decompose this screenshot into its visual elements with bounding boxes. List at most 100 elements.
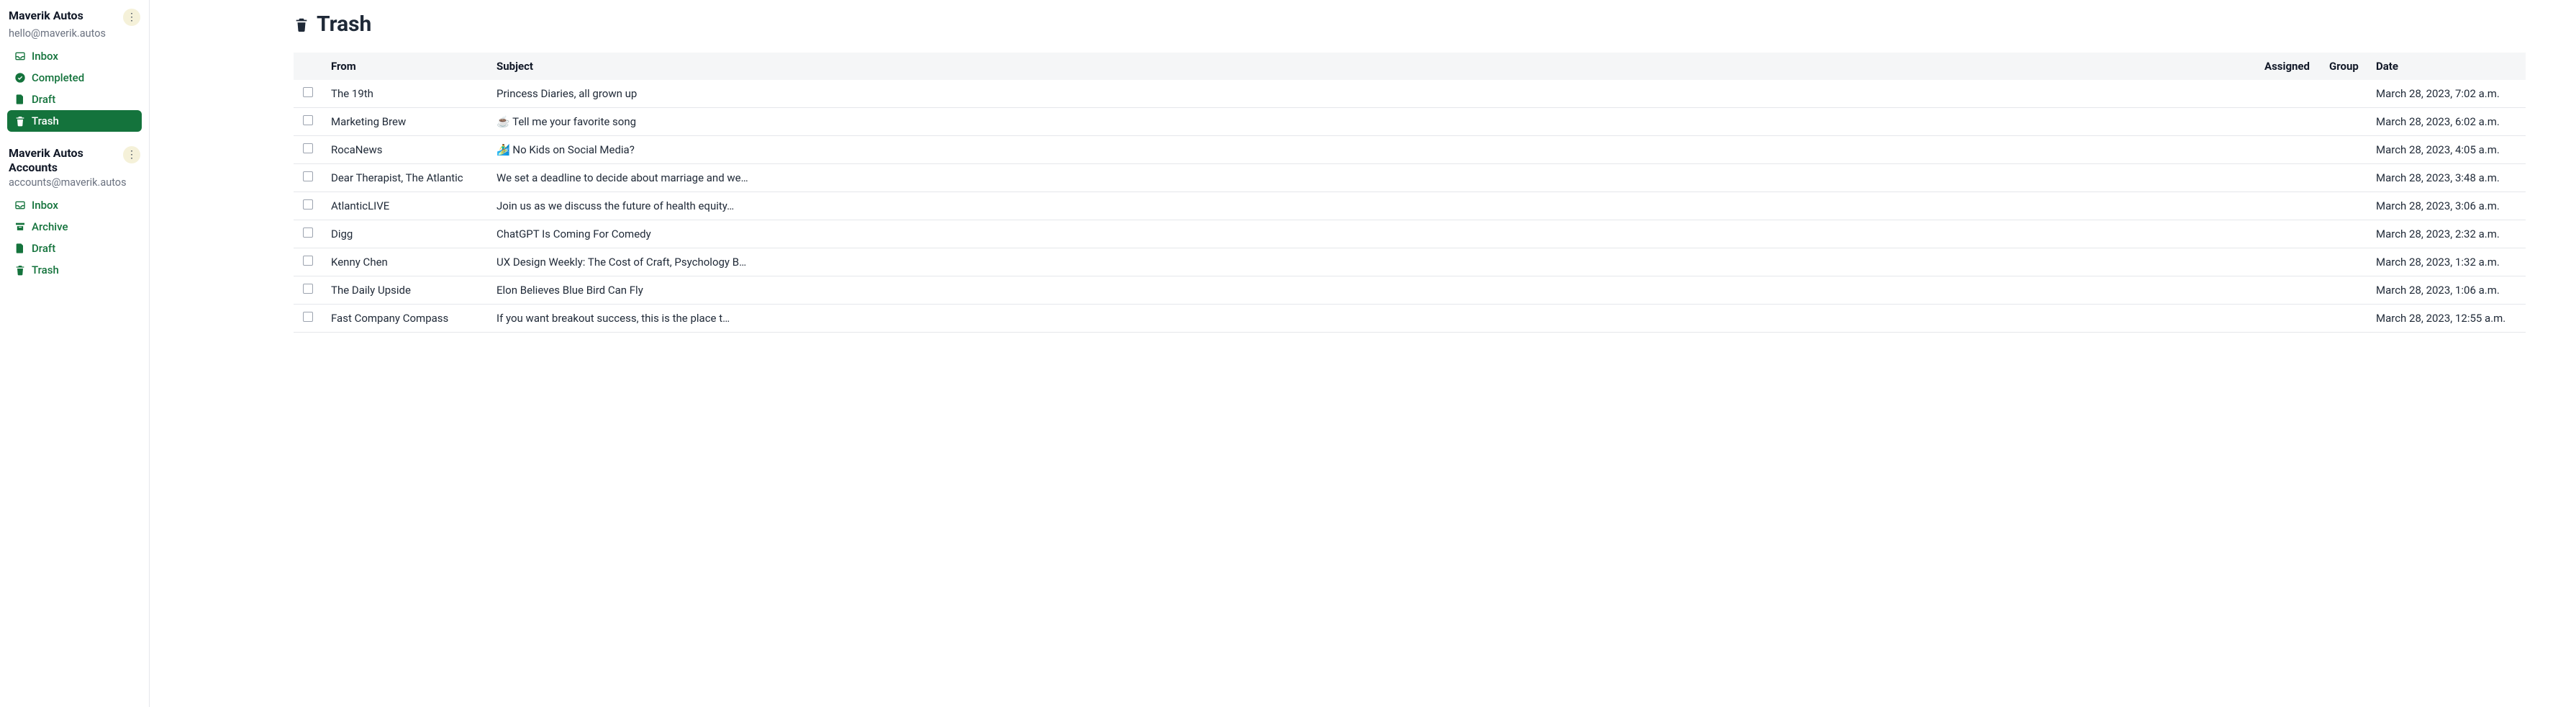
sidebar-item-draft[interactable]: Draft	[7, 89, 142, 110]
cell-from: Kenny Chen	[322, 248, 488, 276]
row-checkbox[interactable]	[303, 115, 313, 125]
account-menu-button[interactable]: ⋮	[123, 146, 140, 163]
row-checkbox-cell	[294, 108, 322, 136]
sidebar-item-label: Completed	[32, 71, 84, 84]
row-checkbox-cell	[294, 248, 322, 276]
cell-group	[2321, 220, 2367, 248]
sidebar-item-inbox[interactable]: Inbox	[7, 45, 142, 67]
row-checkbox[interactable]	[303, 228, 313, 238]
archive-icon	[14, 221, 26, 233]
cell-group	[2321, 276, 2367, 305]
cell-assigned	[2256, 108, 2321, 136]
cell-date: March 28, 2023, 7:02 a.m.	[2367, 80, 2526, 108]
sidebar-item-inbox[interactable]: Inbox	[7, 194, 142, 216]
dots-vertical-icon: ⋮	[127, 149, 137, 161]
column-header-group[interactable]: Group	[2321, 53, 2367, 80]
table-row[interactable]: Dear Therapist, The AtlanticWe set a dea…	[294, 164, 2526, 192]
table-row[interactable]: RocaNews🏄‍♂️ No Kids on Social Media? Mar…	[294, 136, 2526, 164]
table-row[interactable]: DiggChatGPT Is Coming For ComedyMarch 28…	[294, 220, 2526, 248]
account-block: Maverik Autos⋮hello@maverik.autosInboxCo…	[7, 6, 142, 139]
cell-assigned	[2256, 276, 2321, 305]
row-checkbox[interactable]	[303, 199, 313, 210]
account-block: Maverik Autos Accounts ⋮ accounts@maverik.…	[7, 143, 142, 288]
sidebar-item-label: Trash	[32, 264, 59, 276]
table-header-row: From Subject Assigned Group Date	[294, 53, 2526, 80]
row-checkbox-cell	[294, 276, 322, 305]
row-checkbox[interactable]	[303, 171, 313, 181]
column-header-from[interactable]: From	[322, 53, 488, 80]
sidebar-item-completed[interactable]: Completed	[7, 67, 142, 89]
sidebar-item-trash[interactable]: Trash	[7, 110, 142, 132]
cell-subject: 🏄‍♂️ No Kids on Social Media?	[488, 136, 2256, 164]
page-title: Trash	[317, 12, 371, 37]
account-header: Maverik Autos Accounts ⋮	[7, 143, 142, 176]
cell-subject: ☕ Tell me your favorite song	[488, 108, 2256, 136]
cell-from: AtlanticLIVE	[322, 192, 488, 220]
column-header-subject[interactable]: Subject	[488, 53, 2256, 80]
cell-group	[2321, 164, 2367, 192]
cell-subject: UX Design Weekly: The Cost of Craft, Psy…	[488, 248, 2256, 276]
row-checkbox[interactable]	[303, 143, 313, 153]
cell-date: March 28, 2023, 2:32 a.m.	[2367, 220, 2526, 248]
sidebar-item-label: Inbox	[32, 199, 58, 212]
account-name: Maverik Autos Accounts	[9, 146, 123, 175]
sidebar-item-label: Inbox	[32, 50, 58, 63]
row-checkbox-cell	[294, 164, 322, 192]
folder-list: Inbox ArchiveDraft Trash	[7, 194, 142, 288]
cell-group	[2321, 248, 2367, 276]
row-checkbox-cell	[294, 192, 322, 220]
cell-from: Fast Company Compass	[322, 305, 488, 333]
cell-date: March 28, 2023, 3:06 a.m.	[2367, 192, 2526, 220]
table-row[interactable]: Kenny ChenUX Design Weekly: The Cost of …	[294, 248, 2526, 276]
account-email: accounts@maverik.autos	[7, 176, 142, 194]
row-checkbox-cell	[294, 220, 322, 248]
cell-assigned	[2256, 220, 2321, 248]
cell-group	[2321, 192, 2367, 220]
account-email: hello@maverik.autos	[7, 27, 142, 45]
inbox-icon	[14, 50, 26, 62]
trash-icon	[14, 115, 26, 127]
file-icon	[14, 243, 26, 254]
account-menu-button[interactable]: ⋮	[123, 9, 140, 26]
dots-vertical-icon: ⋮	[127, 12, 137, 23]
cell-group	[2321, 305, 2367, 333]
cell-subject: If you want breakout success, this is th…	[488, 305, 2256, 333]
cell-from: The Daily Upside	[322, 276, 488, 305]
page-header: Trash	[294, 12, 2526, 37]
table-row[interactable]: The 19thPrincess Diaries, all grown upMa…	[294, 80, 2526, 108]
cell-group	[2321, 108, 2367, 136]
cell-date: March 28, 2023, 1:06 a.m.	[2367, 276, 2526, 305]
cell-from: Digg	[322, 220, 488, 248]
trash-icon	[294, 15, 309, 34]
table-row[interactable]: The Daily UpsideElon Believes Blue Bird …	[294, 276, 2526, 305]
sidebar-item-archive[interactable]: Archive	[7, 216, 142, 238]
cell-assigned	[2256, 248, 2321, 276]
cell-date: March 28, 2023, 4:05 a.m.	[2367, 136, 2526, 164]
cell-subject: We set a deadline to decide about marria…	[488, 164, 2256, 192]
cell-from: Marketing Brew	[322, 108, 488, 136]
column-header-checkbox	[294, 53, 322, 80]
cell-assigned	[2256, 80, 2321, 108]
column-header-assigned[interactable]: Assigned	[2256, 53, 2321, 80]
cell-subject: Princess Diaries, all grown up	[488, 80, 2256, 108]
column-header-date[interactable]: Date	[2367, 53, 2526, 80]
cell-group	[2321, 80, 2367, 108]
cell-date: March 28, 2023, 12:55 a.m.	[2367, 305, 2526, 333]
trash-icon	[14, 264, 26, 276]
cell-date: March 28, 2023, 6:02 a.m.	[2367, 108, 2526, 136]
sidebar-item-trash[interactable]: Trash	[7, 259, 142, 281]
table-row[interactable]: Marketing Brew☕ Tell me your favorite so…	[294, 108, 2526, 136]
table-row[interactable]: Fast Company CompassIf you want breakout…	[294, 305, 2526, 333]
cell-assigned	[2256, 164, 2321, 192]
folder-list: Inbox Completed DraftTrash	[7, 45, 142, 139]
cell-assigned	[2256, 305, 2321, 333]
cell-assigned	[2256, 136, 2321, 164]
table-row[interactable]: AtlanticLIVEJoin us as we discuss the fu…	[294, 192, 2526, 220]
sidebar-item-draft[interactable]: Draft	[7, 238, 142, 259]
row-checkbox[interactable]	[303, 256, 313, 266]
row-checkbox[interactable]	[303, 312, 313, 322]
cell-from: RocaNews	[322, 136, 488, 164]
main-content: Trash From Subject Assigned Group Date T…	[150, 0, 2576, 707]
row-checkbox[interactable]	[303, 284, 313, 294]
row-checkbox[interactable]	[303, 87, 313, 97]
